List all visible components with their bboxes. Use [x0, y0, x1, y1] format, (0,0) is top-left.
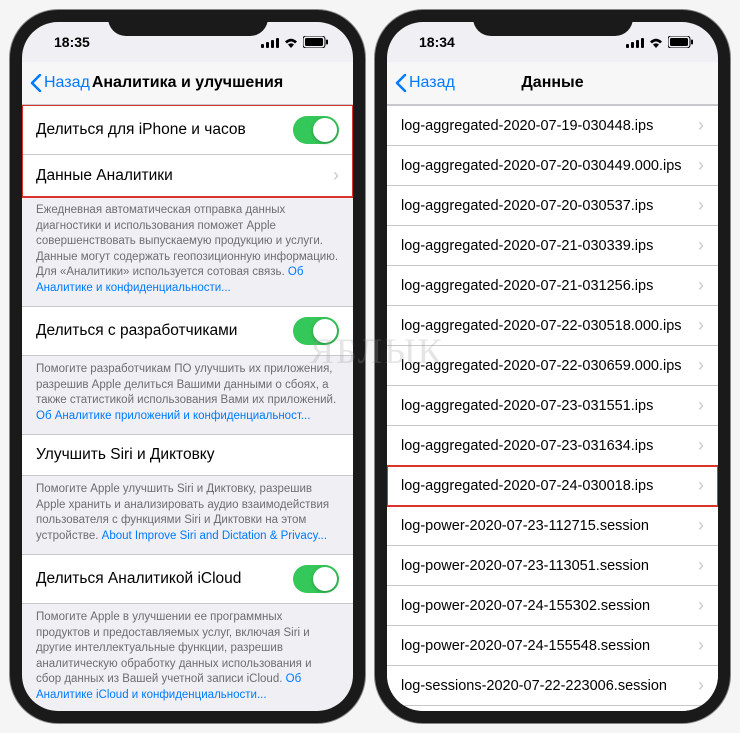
screen-left: 18:35 Назад Аналитика и улучшения Делить… [22, 22, 353, 711]
group-siri: Улучшить Siri и Диктовку [22, 434, 353, 476]
row-share-iphone-watch[interactable]: Делиться для iPhone и часов [22, 105, 353, 155]
file-row[interactable]: log-aggregated-2020-07-21-030339.ips › [387, 226, 718, 266]
file-name: log-aggregated-2020-07-22-030659.000.ips [401, 358, 682, 374]
status-time: 18:35 [54, 34, 90, 50]
toggle-share-iphone[interactable] [293, 116, 339, 144]
wifi-icon [648, 36, 664, 48]
cellular-icon [261, 37, 279, 48]
row-improve-siri[interactable]: Улучшить Siri и Диктовку [22, 434, 353, 476]
notch [473, 10, 633, 36]
chevron-right-icon: › [698, 515, 704, 536]
status-time: 18:34 [419, 34, 455, 50]
chevron-right-icon: › [333, 165, 339, 186]
file-row[interactable]: log-aggregated-2020-07-20-030449.000.ips… [387, 146, 718, 186]
cellular-icon [626, 37, 644, 48]
file-name: log-aggregated-2020-07-23-031551.ips [401, 398, 653, 414]
toggle-icloud[interactable] [293, 565, 339, 593]
file-row[interactable]: log-aggregated-2020-07-22-030659.000.ips… [387, 346, 718, 386]
file-name: log-aggregated-2020-07-21-030339.ips [401, 238, 653, 254]
file-row[interactable]: log-aggregated-2020-07-22-030518.000.ips… [387, 306, 718, 346]
battery-icon [668, 36, 694, 48]
cell-label: Делиться для iPhone и часов [36, 121, 246, 139]
file-name: log-aggregated-2020-07-21-031256.ips [401, 278, 653, 294]
link-app-analytics-privacy[interactable]: Об Аналитике приложений и конфиденциальн… [36, 410, 310, 422]
row-icloud-analytics[interactable]: Делиться Аналитикой iCloud [22, 554, 353, 604]
file-row[interactable]: log-power-2020-07-24-155302.session › [387, 586, 718, 626]
chevron-right-icon: › [698, 595, 704, 616]
file-name: log-aggregated-2020-07-19-030448.ips [401, 118, 653, 134]
wifi-icon [283, 36, 299, 48]
chevron-left-icon [395, 74, 407, 92]
file-row[interactable]: log-power-2020-07-23-112715.session › [387, 506, 718, 546]
nav-bar: Назад Данные [387, 62, 718, 105]
chevron-right-icon: › [698, 155, 704, 176]
phone-right: 18:34 Назад Данные log-aggregated-2020-0… [375, 10, 730, 723]
notch [108, 10, 268, 36]
status-right [626, 36, 694, 48]
battery-icon [303, 36, 329, 48]
chevron-right-icon: › [698, 395, 704, 416]
screen-right: 18:34 Назад Данные log-aggregated-2020-0… [387, 22, 718, 711]
file-name: log-power-2020-07-23-113051.session [401, 558, 649, 574]
chevron-right-icon: › [698, 195, 704, 216]
file-name: log-aggregated-2020-07-24-030018.ips [401, 478, 653, 494]
back-button[interactable]: Назад [30, 74, 90, 92]
chevron-left-icon [30, 74, 42, 92]
group-devs: Делиться с разработчиками [22, 306, 353, 356]
file-row[interactable]: log-aggregated-2020-07-19-030448.ips › [387, 105, 718, 146]
content-left[interactable]: Делиться для iPhone и часов Данные Анали… [22, 105, 353, 711]
file-name: log-aggregated-2020-07-22-030518.000.ips [401, 318, 682, 334]
link-siri-privacy[interactable]: About Improve Siri and Dictation & Priva… [102, 530, 327, 542]
file-row[interactable]: log-aggregated-2020-07-21-031256.ips › [387, 266, 718, 306]
row-share-developers[interactable]: Делиться с разработчиками [22, 306, 353, 356]
chevron-right-icon: › [698, 235, 704, 256]
file-name: log-aggregated-2020-07-23-031634.ips [401, 438, 653, 454]
chevron-right-icon: › [698, 355, 704, 376]
footer-devs: Помогите разработчикам ПО улучшить их пр… [22, 356, 353, 434]
back-button[interactable]: Назад [395, 74, 455, 92]
page-title: Аналитика и улучшения [92, 74, 283, 92]
footer-siri: Помогите Apple улучшить Siri и Диктовку,… [22, 476, 353, 554]
back-label: Назад [409, 74, 455, 92]
file-row[interactable]: log-aggregated-2020-07-23-031634.ips › [387, 426, 718, 466]
nav-bar: Назад Аналитика и улучшения [22, 62, 353, 105]
file-row[interactable]: log-sessions-2020-07-22-223006.session › [387, 666, 718, 706]
chevron-right-icon: › [698, 315, 704, 336]
file-list[interactable]: log-aggregated-2020-07-19-030448.ips›log… [387, 105, 718, 711]
status-right [261, 36, 329, 48]
file-name: log-aggregated-2020-07-20-030449.000.ips [401, 158, 682, 174]
chevron-right-icon: › [698, 115, 704, 136]
file-name: log-power-2020-07-23-112715.session [401, 518, 649, 534]
file-row[interactable]: log-aggregated-2020-07-20-030537.ips › [387, 186, 718, 226]
file-row[interactable]: log-power-2020-07-24-155548.session › [387, 626, 718, 666]
footer-analytics: Ежедневная автоматическая отправка данны… [22, 197, 353, 306]
file-row[interactable]: log-aggregated-2020-07-24-030018.ips › [387, 466, 718, 506]
file-row[interactable]: log-power-2020-07-23-113051.session › [387, 546, 718, 586]
cell-label: Делиться с разработчиками [36, 322, 237, 340]
chevron-right-icon: › [698, 675, 704, 696]
back-label: Назад [44, 74, 90, 92]
chevron-right-icon: › [698, 635, 704, 656]
chevron-right-icon: › [698, 555, 704, 576]
cell-label: Данные Аналитики [36, 167, 173, 185]
file-name: log-power-2020-07-24-155302.session [401, 598, 650, 614]
page-title: Данные [521, 74, 583, 92]
file-name: log-sessions-2020-07-22-223006.session [401, 678, 667, 694]
footer-icloud: Помогите Apple в улучшении ее программны… [22, 604, 353, 711]
chevron-right-icon: › [698, 475, 704, 496]
chevron-right-icon: › [698, 275, 704, 296]
file-row[interactable]: log-aggregated-2020-07-23-031551.ips › [387, 386, 718, 426]
chevron-right-icon: › [698, 435, 704, 456]
row-analytics-data[interactable]: Данные Аналитики › [22, 155, 353, 197]
group-highlighted: Делиться для iPhone и часов Данные Анали… [22, 105, 353, 197]
phone-left: 18:35 Назад Аналитика и улучшения Делить… [10, 10, 365, 723]
file-row[interactable]: log-sessions-2020-07-22-223220.session› [387, 706, 718, 711]
toggle-share-devs[interactable] [293, 317, 339, 345]
cell-label: Улучшить Siri и Диктовку [36, 446, 215, 464]
cell-label: Делиться Аналитикой iCloud [36, 570, 241, 588]
group-icloud: Делиться Аналитикой iCloud [22, 554, 353, 604]
file-name: log-power-2020-07-24-155548.session [401, 638, 650, 654]
file-name: log-aggregated-2020-07-20-030537.ips [401, 198, 653, 214]
